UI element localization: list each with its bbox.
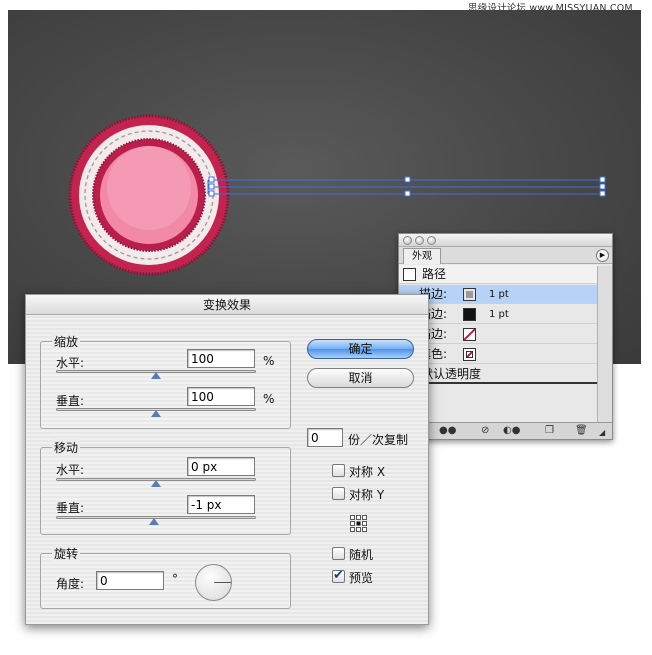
reflect-y-label: 对称 Y bbox=[349, 488, 385, 502]
reflect-y-checkbox[interactable] bbox=[332, 487, 345, 500]
anchor-point[interactable] bbox=[599, 183, 606, 190]
rotate-group-title: 旋转 bbox=[52, 545, 81, 562]
dialog-title: 变换效果 bbox=[26, 295, 428, 315]
appearance-object-row[interactable]: 路径 bbox=[399, 265, 597, 284]
appearance-panel[interactable]: 外观 ▶ 路径 描边: 1 pt 描边: 1 pt 描边: 填色: 默认透明度 … bbox=[398, 233, 613, 440]
zoom-icon[interactable] bbox=[427, 236, 436, 245]
preview-label: 预览 bbox=[349, 571, 374, 585]
scale-vertical-input[interactable] bbox=[187, 387, 255, 406]
random-label: 随机 bbox=[349, 548, 374, 562]
scale-horizontal-label: 水平: bbox=[56, 356, 85, 370]
reference-point-locator[interactable] bbox=[350, 515, 367, 532]
percent-unit-label: % bbox=[263, 392, 275, 406]
object-thumbnail bbox=[403, 268, 416, 281]
panel-titlebar[interactable] bbox=[399, 234, 612, 247]
panel-tabrow: 外观 ▶ bbox=[399, 247, 612, 264]
percent-unit-label: % bbox=[263, 354, 275, 368]
move-horizontal-label: 水平: bbox=[56, 463, 85, 477]
scale-horizontal-slider-thumb[interactable] bbox=[151, 372, 161, 379]
anchor-point[interactable] bbox=[208, 183, 215, 190]
opacity-label: 默认透明度 bbox=[421, 367, 482, 381]
panel-scrollbar[interactable] bbox=[597, 266, 612, 423]
row-value: 1 pt bbox=[489, 289, 509, 300]
minimize-icon[interactable] bbox=[415, 236, 424, 245]
reflect-x-label: 对称 X bbox=[349, 465, 386, 479]
move-horizontal-input[interactable] bbox=[187, 457, 255, 476]
anchor-point[interactable] bbox=[208, 176, 215, 183]
scale-group-title: 缩放 bbox=[52, 333, 81, 350]
preview-checkbox[interactable] bbox=[332, 568, 345, 583]
trash-icon[interactable]: 🗑 bbox=[575, 425, 588, 437]
angle-input[interactable] bbox=[96, 571, 164, 590]
none-swatch-icon[interactable] bbox=[463, 328, 476, 341]
new-art-has-basic-appearance-icon[interactable]: ●● bbox=[439, 425, 456, 437]
reduce-to-basic-icon[interactable]: ◐● bbox=[503, 425, 520, 437]
move-horizontal-slider-thumb[interactable] bbox=[151, 480, 161, 487]
random-checkbox[interactable] bbox=[332, 547, 345, 560]
tab-appearance[interactable]: 外观 bbox=[403, 248, 441, 264]
angle-dial[interactable] bbox=[195, 564, 232, 601]
clear-appearance-icon[interactable]: ⊘ bbox=[481, 425, 489, 437]
object-label: 路径 bbox=[422, 267, 447, 281]
stroke-swatch-gray[interactable] bbox=[463, 288, 476, 301]
move-group-title: 移动 bbox=[52, 439, 81, 456]
copies-input[interactable] bbox=[307, 428, 343, 447]
row-value: 1 pt bbox=[489, 309, 509, 320]
none-swatch-icon[interactable] bbox=[463, 348, 476, 361]
transform-effect-dialog[interactable]: 变换效果 缩放 水平: % 垂直: % 移动 水平: 垂直: 旋转 角度: ° … bbox=[25, 294, 429, 625]
copies-label: 份／次复制 bbox=[348, 433, 409, 447]
panel-menu-icon[interactable]: ▶ bbox=[596, 249, 609, 262]
resize-grip-icon[interactable]: ◢ bbox=[599, 427, 605, 439]
ok-button[interactable]: 确定 bbox=[307, 339, 414, 359]
anchor-point[interactable] bbox=[404, 190, 411, 197]
reflect-x-checkbox[interactable] bbox=[332, 464, 345, 477]
panel-bottom-toolbar: ●● ⊘ ◐● ❐ 🗑 ◢ bbox=[399, 422, 612, 439]
move-vertical-input[interactable] bbox=[187, 495, 255, 514]
degree-symbol: ° bbox=[172, 572, 178, 586]
stroke-swatch-black[interactable] bbox=[463, 308, 476, 321]
anchor-point[interactable] bbox=[599, 176, 606, 183]
move-vertical-slider-thumb[interactable] bbox=[149, 518, 159, 525]
anchor-point[interactable] bbox=[599, 190, 606, 197]
anchor-point[interactable] bbox=[404, 176, 411, 183]
angle-label: 角度: bbox=[56, 577, 85, 591]
move-vertical-label: 垂直: bbox=[56, 501, 85, 515]
scale-vertical-label: 垂直: bbox=[56, 394, 85, 408]
scale-vertical-slider-thumb[interactable] bbox=[151, 410, 161, 417]
duplicate-item-icon[interactable]: ❐ bbox=[545, 425, 554, 437]
cancel-button[interactable]: 取消 bbox=[307, 368, 414, 388]
scale-horizontal-input[interactable] bbox=[187, 349, 255, 368]
close-icon[interactable] bbox=[403, 236, 412, 245]
anchor-point[interactable] bbox=[208, 190, 215, 197]
